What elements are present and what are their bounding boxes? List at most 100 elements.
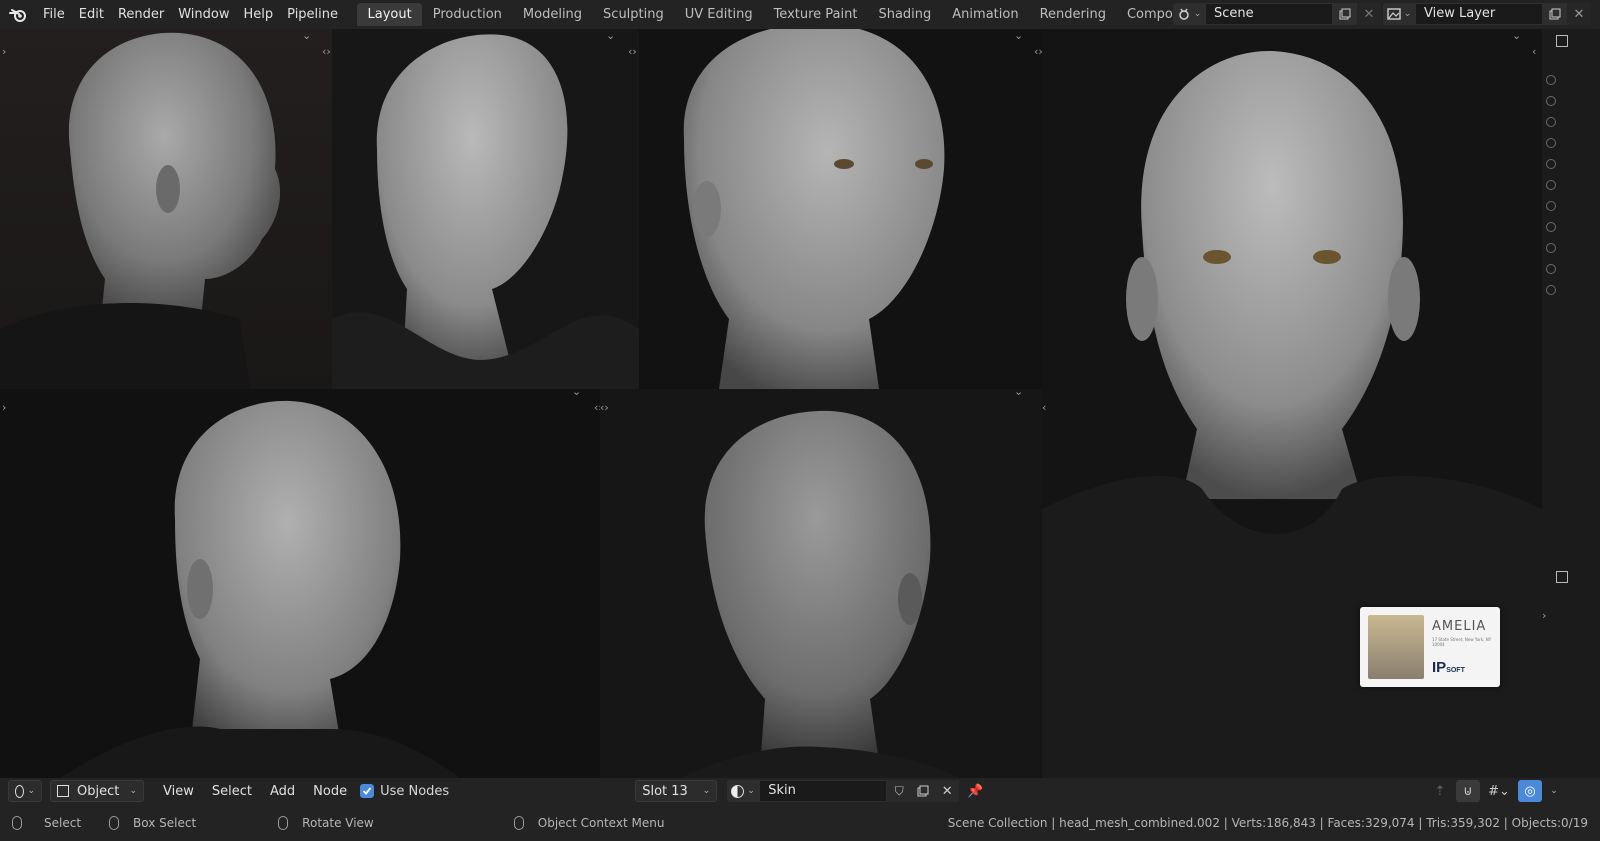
snap-toggle-button[interactable]: ⊍ bbox=[1456, 780, 1480, 802]
overlay-toggle-button[interactable]: ◎ bbox=[1518, 780, 1542, 802]
menu-file[interactable]: File bbox=[36, 4, 72, 26]
menu-help[interactable]: Help bbox=[237, 4, 281, 26]
outliner-icon[interactable] bbox=[1556, 35, 1568, 47]
tab-animation[interactable]: Animation bbox=[942, 3, 1029, 26]
chevron-down-icon[interactable]: ⌄ bbox=[606, 29, 615, 42]
visibility-toggle[interactable] bbox=[1546, 264, 1556, 274]
parent-node-tree-button[interactable]: ⇡ bbox=[1428, 780, 1452, 802]
viewport-front-angle[interactable]: ⌄ ‹› bbox=[639, 29, 1042, 389]
pin-button[interactable]: 📌 bbox=[963, 780, 987, 802]
new-material-button[interactable] bbox=[911, 780, 936, 802]
head-render-back bbox=[680, 410, 960, 778]
delete-view-layer-button[interactable]: ✕ bbox=[1567, 3, 1591, 25]
overlay-options-dropdown[interactable]: ⌄ bbox=[1546, 780, 1562, 802]
fake-user-button[interactable]: ⛉ bbox=[887, 780, 912, 802]
new-scene-button[interactable] bbox=[1333, 3, 1357, 25]
material-name-field[interactable]: Skin bbox=[759, 780, 888, 802]
menu-add[interactable]: Add bbox=[261, 784, 304, 799]
mouse-left-icon bbox=[12, 815, 22, 830]
chevron-down-icon[interactable]: ⌄ bbox=[572, 389, 581, 398]
badge-photo bbox=[1368, 615, 1424, 679]
menu-node[interactable]: Node bbox=[304, 784, 356, 799]
chevron-down-icon[interactable]: ⌄ bbox=[302, 29, 311, 42]
collapse-sidebar-icon[interactable]: ‹› bbox=[1034, 45, 1042, 58]
viewport-lower-left[interactable]: › ⌄ ‹› bbox=[0, 389, 600, 778]
view-layer-selector: ⌄ View Layer ✕ bbox=[1383, 3, 1591, 25]
mouse-right-icon bbox=[513, 815, 524, 830]
node-editor-icon bbox=[15, 784, 25, 798]
menu-pipeline[interactable]: Pipeline bbox=[280, 4, 345, 26]
chevron-down-icon: ⌄ bbox=[129, 786, 137, 796]
delete-scene-button[interactable]: ✕ bbox=[1357, 3, 1381, 25]
visibility-toggle[interactable] bbox=[1546, 222, 1556, 232]
viewport-three-quarter[interactable]: ⌄ ‹› bbox=[332, 29, 639, 389]
visibility-toggle[interactable] bbox=[1546, 117, 1556, 127]
tab-sculpting[interactable]: Sculpting bbox=[593, 3, 675, 26]
badge-name: AMELIA bbox=[1432, 619, 1487, 634]
menu-render[interactable]: Render bbox=[111, 4, 171, 26]
blender-logo-icon[interactable] bbox=[0, 0, 36, 29]
properties-icon[interactable] bbox=[1556, 571, 1568, 583]
view-layer-browse-button[interactable]: ⌄ bbox=[1383, 3, 1415, 25]
tab-production[interactable]: Production bbox=[422, 3, 512, 26]
viewport-back[interactable]: ⌄ ‹› bbox=[600, 389, 1042, 778]
scene-name-field[interactable]: Scene bbox=[1205, 3, 1333, 25]
expand-toolbar-icon[interactable]: › bbox=[2, 45, 6, 58]
tab-rendering[interactable]: Rendering bbox=[1029, 3, 1116, 26]
id-badge: AMELIA 17 State Street, New York, NY 100… bbox=[1360, 607, 1500, 687]
viewport-front-main[interactable]: AMELIA 17 State Street, New York, NY 100… bbox=[1042, 29, 1542, 778]
menu-view[interactable]: View bbox=[154, 784, 203, 799]
visibility-toggle[interactable] bbox=[1546, 159, 1556, 169]
chevron-down-icon[interactable]: ⌄ bbox=[1014, 389, 1023, 398]
material-sphere-icon bbox=[731, 784, 745, 798]
visibility-toggle[interactable] bbox=[1546, 75, 1556, 85]
chevron-down-icon: ⌄ bbox=[1403, 9, 1412, 19]
new-view-layer-button[interactable] bbox=[1543, 3, 1567, 25]
top-bar: File Edit Render Window Help Pipeline La… bbox=[0, 0, 1600, 29]
expand-toolbar-icon[interactable]: › bbox=[2, 401, 6, 414]
menu-window[interactable]: Window bbox=[171, 4, 236, 26]
unlink-material-button[interactable]: ✕ bbox=[935, 780, 960, 802]
collapse-sidebar-icon[interactable]: ‹› bbox=[628, 45, 637, 58]
tab-modeling[interactable]: Modeling bbox=[512, 3, 592, 26]
visibility-toggle[interactable] bbox=[1546, 243, 1556, 253]
object-icon bbox=[57, 785, 69, 797]
chevron-down-icon[interactable]: ⌄ bbox=[1512, 29, 1521, 42]
use-nodes-checkbox[interactable] bbox=[360, 784, 375, 798]
visibility-toggle[interactable] bbox=[1546, 138, 1556, 148]
tab-layout[interactable]: Layout bbox=[357, 3, 423, 26]
head-render-front-angle bbox=[683, 29, 945, 389]
scene-selector: ⌄ Scene ✕ bbox=[1173, 3, 1381, 25]
visibility-toggle[interactable] bbox=[1546, 180, 1556, 190]
expand-toolbar-icon[interactable]: ‹› bbox=[600, 401, 609, 414]
collapse-region-icon[interactable]: ‹ bbox=[1042, 401, 1046, 414]
collapse-sidebar-icon[interactable]: ‹ bbox=[1532, 45, 1536, 58]
material-browse-button[interactable]: ⌄ bbox=[727, 780, 760, 802]
menu-edit[interactable]: Edit bbox=[72, 4, 111, 26]
material-slot-dropdown[interactable]: Slot 13 ⌄ bbox=[635, 780, 718, 802]
visibility-toggle[interactable] bbox=[1546, 201, 1556, 211]
grid-icon: #⌄ bbox=[1488, 783, 1510, 799]
use-nodes-toggle[interactable]: Use Nodes bbox=[360, 784, 449, 799]
head-render-three-quarter bbox=[332, 34, 639, 389]
tab-shading[interactable]: Shading bbox=[868, 3, 942, 26]
tab-texture-paint[interactable]: Texture Paint bbox=[763, 3, 868, 26]
visibility-toggle[interactable] bbox=[1546, 285, 1556, 295]
snap-type-dropdown[interactable]: #⌄ bbox=[1484, 780, 1514, 802]
status-bar: Select Box Select Rotate View Object Con… bbox=[0, 804, 1600, 841]
viewport-side-profile[interactable]: › ⌄ ‹› bbox=[0, 29, 332, 389]
chevron-down-icon: ⌄ bbox=[1550, 786, 1558, 796]
visibility-toggle[interactable] bbox=[1546, 96, 1556, 106]
status-rotate-view: Rotate View bbox=[302, 815, 374, 830]
editor-type-button[interactable]: ⌄ bbox=[8, 780, 42, 802]
scene-browse-button[interactable]: ⌄ bbox=[1173, 3, 1205, 25]
view-layer-name-field[interactable]: View Layer bbox=[1415, 3, 1543, 25]
status-box-select: Box Select bbox=[133, 815, 197, 830]
collapse-sidebar-icon[interactable]: ‹› bbox=[322, 45, 331, 58]
chevron-down-icon: ⌄ bbox=[1193, 9, 1202, 19]
menu-select[interactable]: Select bbox=[203, 784, 261, 799]
object-mode-dropdown[interactable]: Object ⌄ bbox=[50, 780, 144, 802]
chevron-down-icon[interactable]: ⌄ bbox=[1014, 29, 1023, 42]
tab-uv-editing[interactable]: UV Editing bbox=[674, 3, 763, 26]
expand-properties-icon[interactable]: › bbox=[1542, 609, 1546, 622]
